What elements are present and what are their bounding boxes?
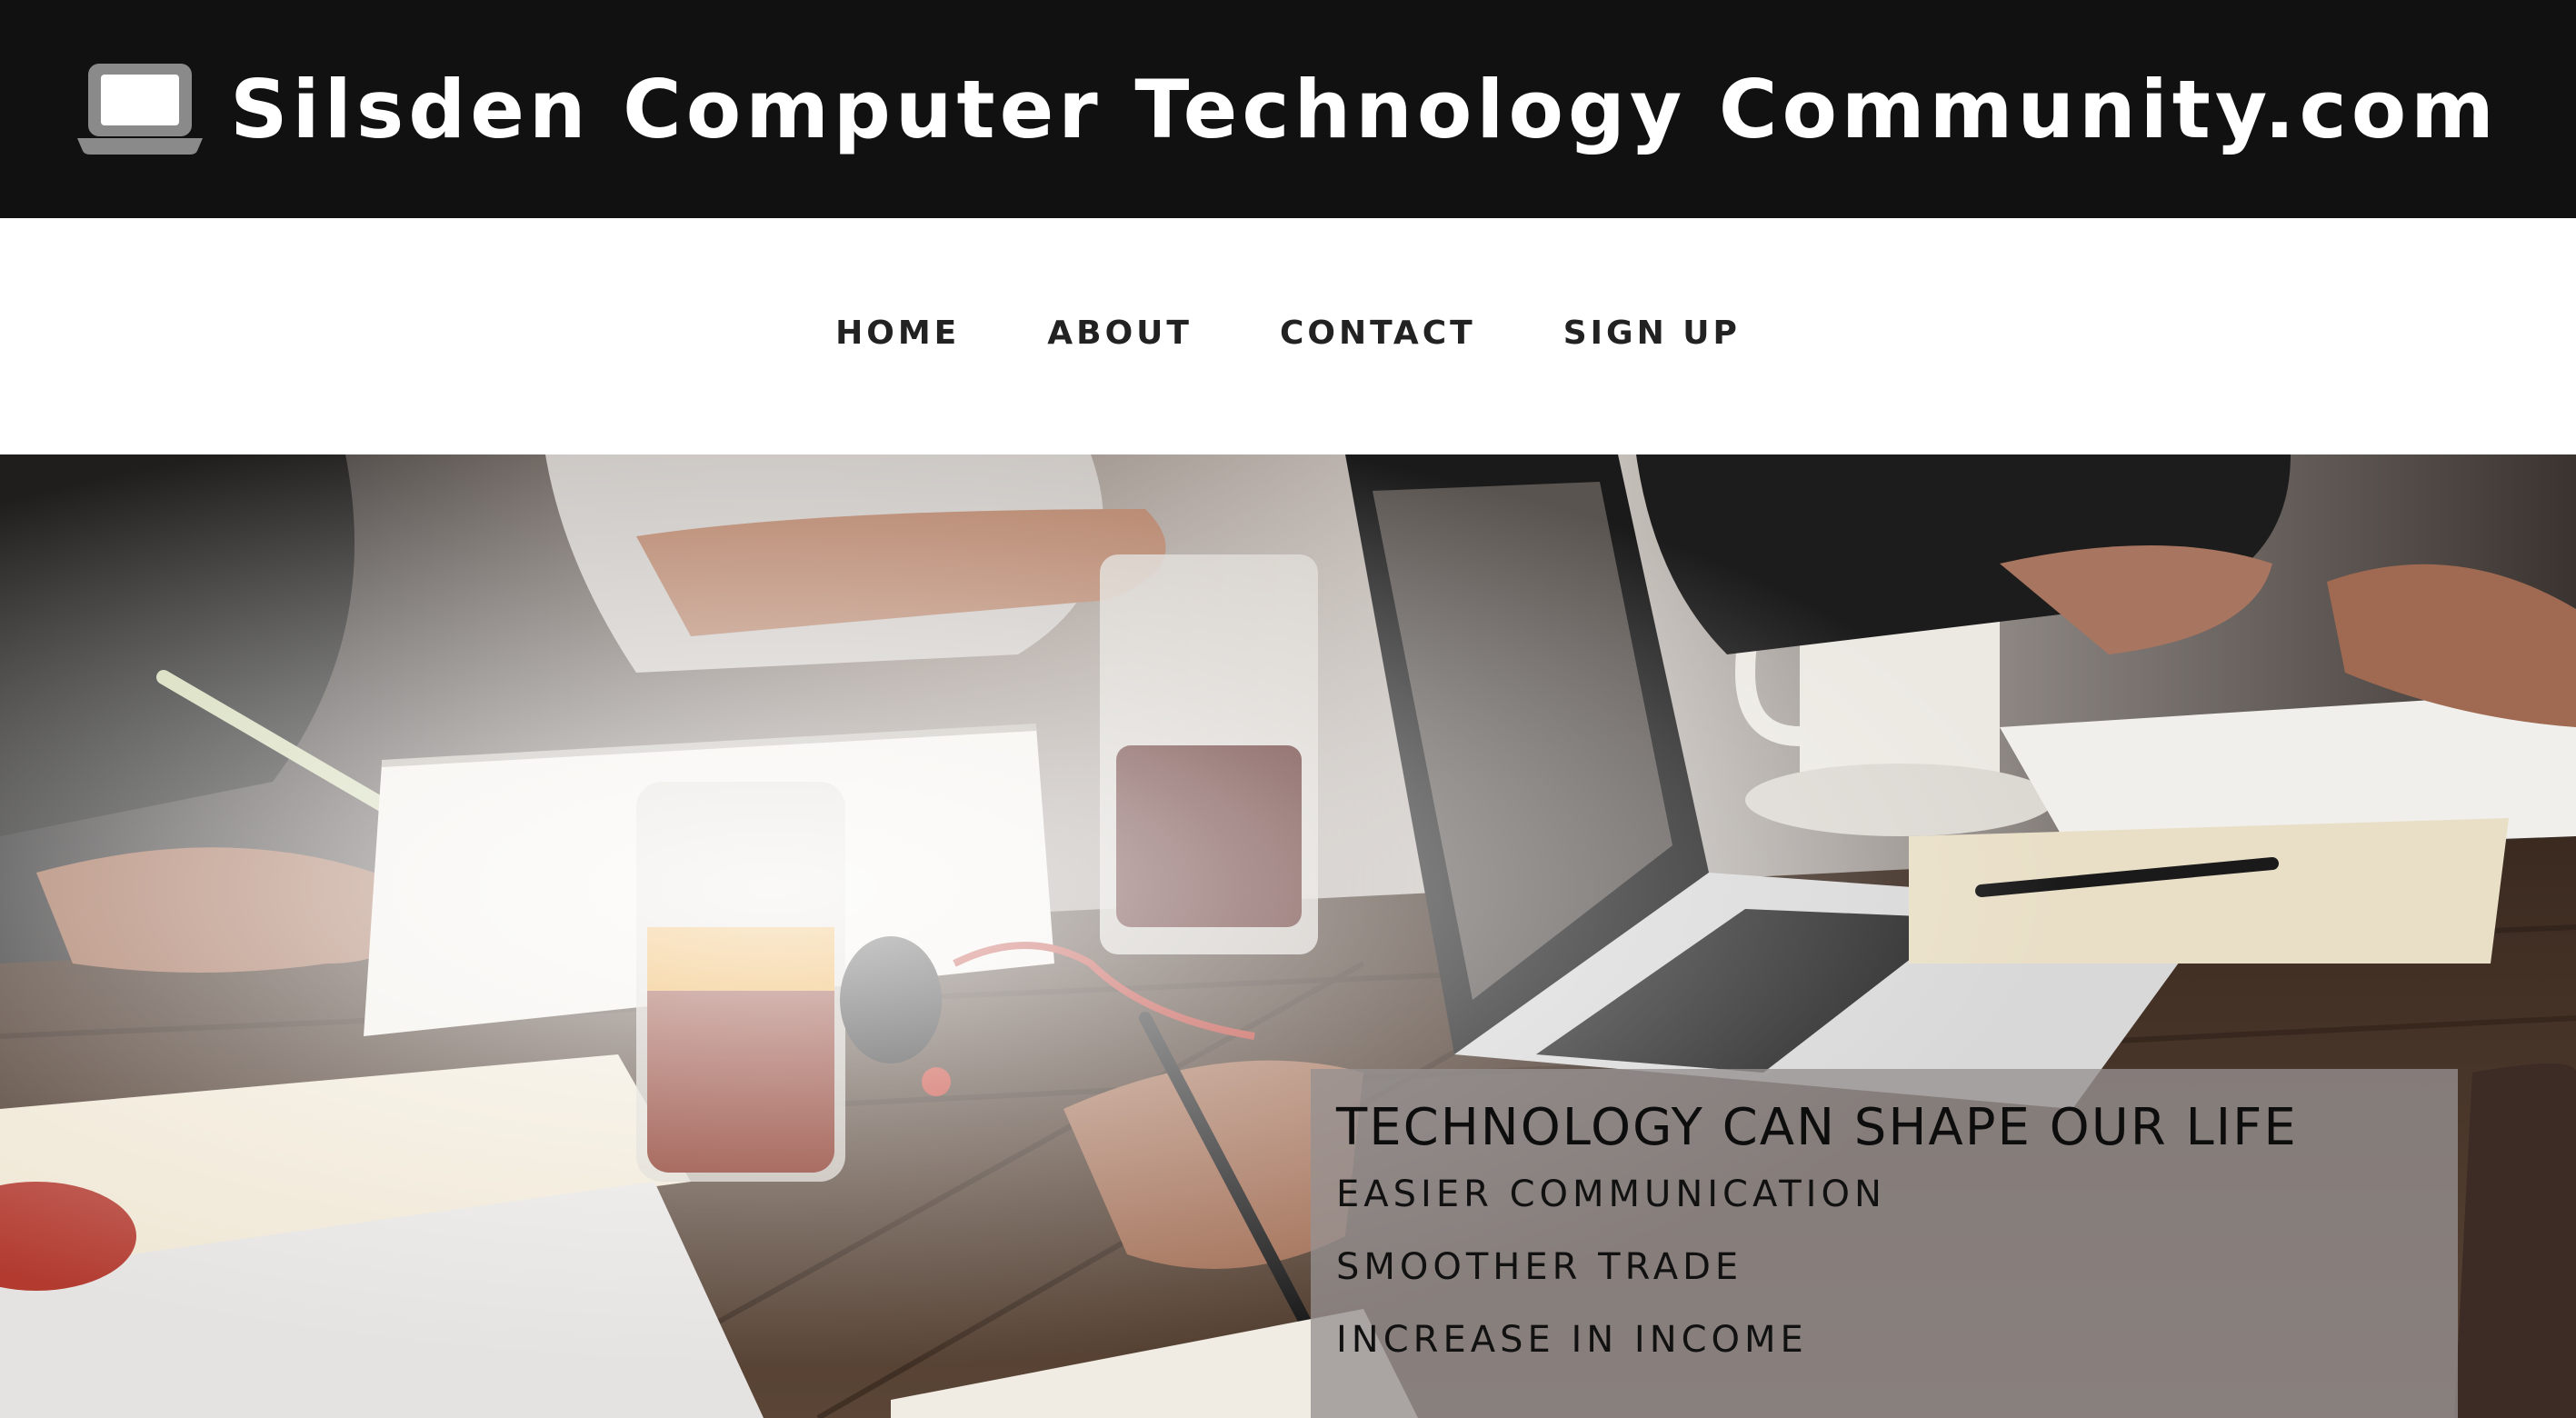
hero-caption: TECHNOLOGY CAN SHAPE OUR LIFE EASIER COM…: [1311, 1069, 2458, 1418]
nav-link-about[interactable]: ABOUT: [1047, 315, 1193, 352]
site-title[interactable]: Silsden Computer Technology Community.co…: [230, 63, 2499, 156]
nav-link-contact[interactable]: CONTACT: [1280, 315, 1476, 352]
nav-item-contact: CONTACT: [1280, 315, 1476, 352]
laptop-icon: [77, 64, 204, 155]
header-branding: Silsden Computer Technology Community.co…: [77, 63, 2499, 156]
nav-link-home[interactable]: HOME: [835, 315, 960, 352]
main-navigation: HOME ABOUT CONTACT SIGN UP: [0, 218, 2576, 454]
caption-line-communication: EASIER COMMUNICATION: [1336, 1173, 1886, 1215]
caption-line-income: INCREASE IN INCOME: [1336, 1319, 1808, 1361]
nav-item-home: HOME: [835, 315, 960, 352]
nav-item-about: ABOUT: [1047, 315, 1193, 352]
nav-item-sign-up: SIGN UP: [1563, 315, 1741, 352]
hero-section: TECHNOLOGY CAN SHAPE OUR LIFE EASIER COM…: [0, 454, 2576, 1418]
site-header: Silsden Computer Technology Community.co…: [0, 0, 2576, 218]
nav-list: HOME ABOUT CONTACT SIGN UP: [835, 315, 1741, 352]
nav-link-sign-up[interactable]: SIGN UP: [1563, 315, 1741, 352]
caption-line-trade: SMOOTHER TRADE: [1336, 1246, 1743, 1288]
caption-heading: TECHNOLOGY CAN SHAPE OUR LIFE: [1336, 1098, 2298, 1157]
